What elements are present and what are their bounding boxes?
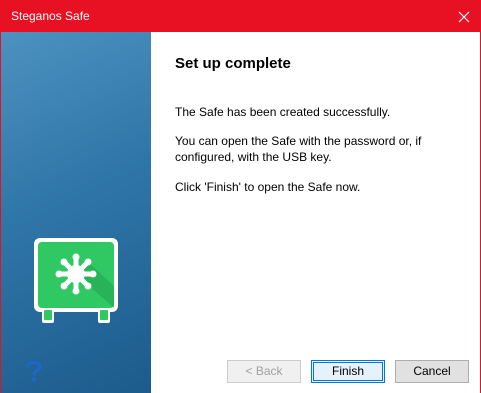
title-bar: Steganos Safe [1, 1, 480, 32]
question-mark-icon[interactable] [24, 359, 44, 383]
back-button[interactable]: < Back [227, 360, 301, 383]
sidebar-panel [1, 32, 151, 393]
finish-button[interactable]: Finish [311, 360, 385, 383]
close-icon [458, 11, 470, 22]
cancel-button[interactable]: Cancel [395, 360, 469, 383]
success-message: The Safe has been created successfully. [175, 105, 391, 119]
finish-button-label: Finish [331, 364, 364, 378]
page-heading: Set up complete [175, 55, 291, 72]
finish-instruction: Click 'Finish' to open the Safe now. [175, 180, 361, 194]
setup-dialog: Steganos Safe Set up complete The Safe h… [0, 0, 481, 393]
content-panel: Set up complete The Safe has been create… [151, 32, 480, 393]
close-button[interactable] [448, 1, 480, 32]
safe-icon [34, 238, 118, 323]
window-title: Steganos Safe [11, 9, 90, 23]
open-info-message: You can open the Safe with the password … [175, 134, 422, 164]
